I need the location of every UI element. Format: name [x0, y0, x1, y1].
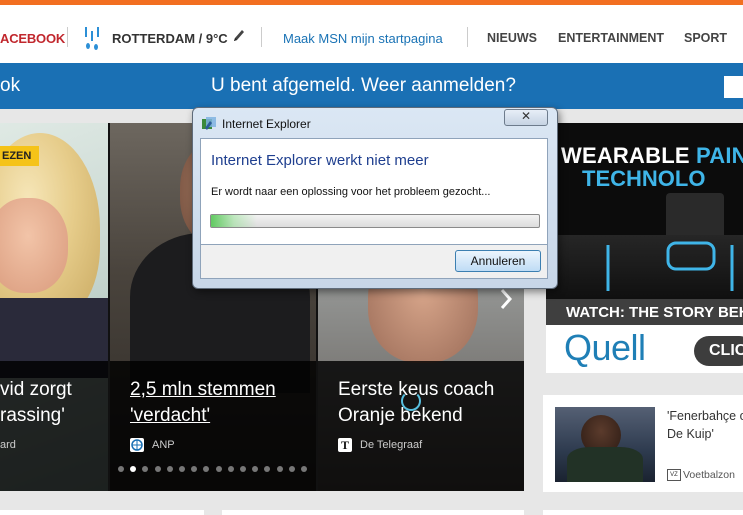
slide-source: ANP — [152, 439, 175, 451]
banner-ok-link[interactable]: ok — [0, 75, 20, 97]
pagination-dot[interactable] — [227, 466, 234, 472]
cancel-button[interactable]: Annuleren — [455, 250, 541, 272]
slide-title-line: vid zorgt — [0, 379, 72, 400]
signed-out-banner: ok U bent afgemeld. Weer aanmelden? — [0, 63, 743, 109]
portrait-face — [0, 198, 68, 293]
slide-title-line: 'verdacht' — [130, 405, 211, 426]
msn-header: ACEBOOK ROTTERDAM / 9°C Maak MSN mijn st… — [0, 5, 743, 63]
pagination-dot[interactable] — [301, 466, 307, 472]
nav-news[interactable]: NIEUWS — [487, 31, 537, 45]
divider — [67, 27, 68, 47]
badge-label: EZEN — [0, 146, 40, 166]
slide-title-line: 2,5 mln stemmen — [130, 379, 276, 400]
pagination-dot[interactable] — [154, 466, 161, 472]
chevron-right-icon[interactable] — [496, 286, 516, 312]
dialog-heading: Internet Explorer werkt niet meer — [211, 152, 429, 169]
facebook-link[interactable]: ACEBOOK — [0, 31, 65, 46]
nav-entertainment[interactable]: ENTERTAINMENT — [558, 31, 664, 45]
dialog-content: Internet Explorer werkt niet meer Er wor… — [200, 138, 548, 245]
content-strip — [543, 510, 743, 515]
news-title-line: 'Fenerbahçe o — [667, 409, 743, 423]
nav-sport[interactable]: SPORT — [684, 31, 727, 45]
ad-watch-text: WATCH: THE STORY BEH — [566, 304, 743, 321]
advertisement[interactable]: WEARABLE PAIN TECHNOLO WATCH: THE STORY … — [546, 123, 743, 373]
dialog-message: Er wordt naar een oplossing voor het pro… — [211, 186, 491, 198]
close-icon: ✕ — [520, 109, 532, 123]
telegraaf-source-icon: T — [338, 438, 352, 452]
content-strip — [222, 510, 524, 515]
pagination-dot[interactable] — [288, 466, 295, 472]
slide-source: ard — [0, 439, 16, 451]
news-thumbnail — [555, 407, 655, 482]
divider — [467, 27, 468, 47]
pagination-dot[interactable] — [215, 466, 222, 472]
ad-product-strip — [546, 235, 743, 299]
pagination-dot[interactable] — [276, 466, 283, 472]
pagination-dot[interactable] — [240, 466, 246, 472]
loading-spinner-icon — [401, 391, 421, 411]
close-button[interactable]: ✕ — [504, 109, 548, 126]
news-card[interactable]: 'Fenerbahçe o De Kuip' VZ Voetbalzon — [543, 395, 743, 492]
ad-brand-bar: Quell CLIC — [546, 325, 743, 373]
slide-source: De Telegraaf — [360, 439, 423, 451]
slide-title[interactable]: vid zorgt rassing' — [0, 377, 72, 429]
ad-device-image — [666, 193, 724, 239]
divider — [261, 27, 262, 47]
progress-bar — [210, 214, 540, 228]
ad-watch-bar[interactable]: WATCH: THE STORY BEH — [546, 299, 743, 325]
make-msn-homepage-link[interactable]: Maak MSN mijn startpagina — [283, 31, 443, 46]
slide-card[interactable]: EZEN vid zorgt rassing' ard — [0, 123, 108, 491]
news-source: Voetbalzon — [683, 469, 735, 481]
ie-error-dialog: Internet Explorer ✕ Internet Explorer we… — [192, 107, 558, 289]
news-title-line: De Kuip' — [667, 427, 714, 441]
progress-bar-fill — [211, 215, 257, 227]
voetbalzone-source-icon: VZ — [667, 469, 681, 481]
content-strip — [0, 510, 204, 515]
ad-band-graphic — [606, 241, 734, 291]
pagination-dot[interactable] — [118, 466, 124, 472]
pencil-edit-icon[interactable] — [232, 28, 246, 44]
dialog-title: Internet Explorer — [222, 117, 311, 131]
weather-location[interactable]: ROTTERDAM / 9°C — [112, 31, 228, 46]
pagination-dot[interactable] — [179, 466, 185, 472]
ad-headline-line2: TECHNOLO — [582, 166, 706, 191]
dialog-footer: Annuleren — [200, 245, 548, 279]
internet-explorer-icon — [202, 117, 216, 130]
slide-title-line: rassing' — [0, 405, 65, 426]
thumbnail-player-jersey — [567, 447, 643, 482]
pagination-dot[interactable] — [166, 466, 173, 472]
banner-search-box[interactable] — [724, 76, 743, 98]
ad-headline-white: WEARABLE — [561, 143, 697, 168]
slide-title[interactable]: 2,5 mln stemmen 'verdacht' — [130, 377, 276, 429]
rain-weather-icon[interactable] — [80, 25, 104, 51]
sign-in-again-message[interactable]: U bent afgemeld. Weer aanmelden? — [211, 75, 516, 97]
anp-source-icon — [130, 438, 144, 452]
ad-headline-blue: PAIN — [696, 143, 743, 168]
news-title[interactable]: 'Fenerbahçe o De Kuip' — [667, 407, 743, 443]
ad-click-button[interactable]: CLIC — [694, 336, 743, 366]
quell-logo: Quell — [564, 327, 646, 368]
